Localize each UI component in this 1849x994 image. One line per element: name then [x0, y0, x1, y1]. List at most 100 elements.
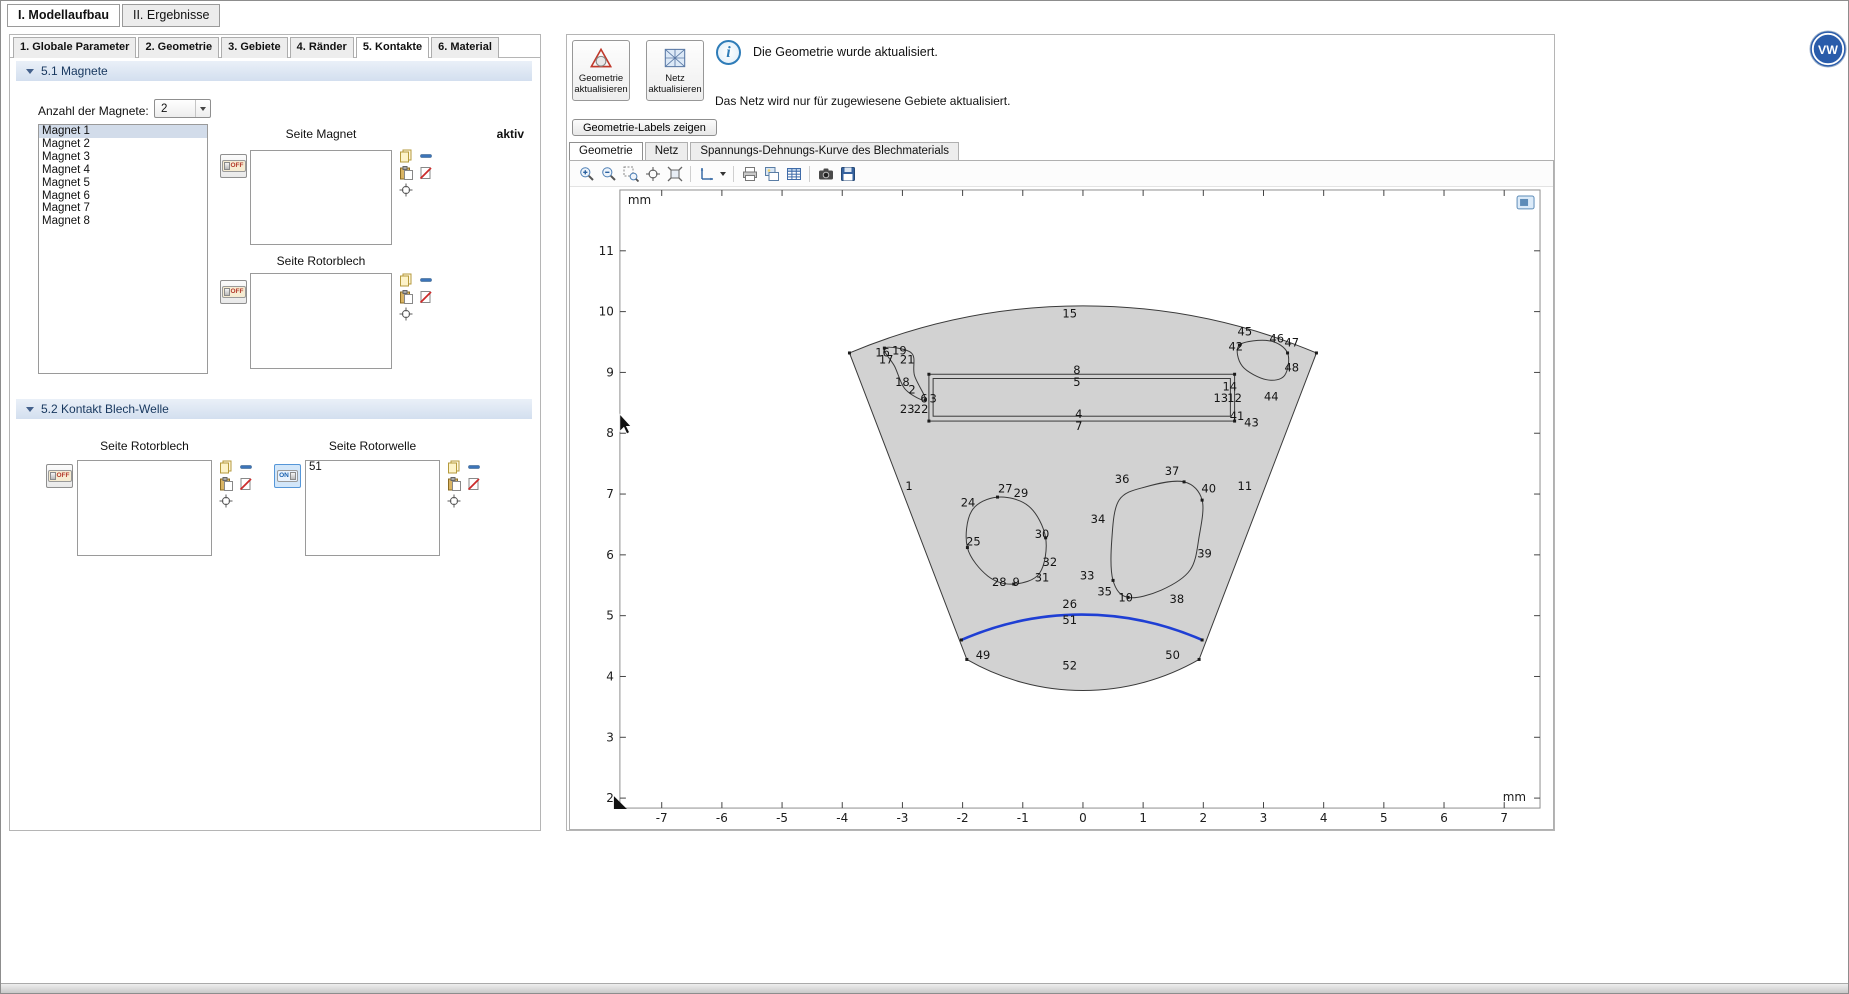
seite-rotorblech-toggle-button[interactable]: OFF [220, 280, 247, 304]
remove-selection-icon[interactable] [418, 272, 434, 288]
vw-logo: VW [1809, 30, 1847, 68]
edge-number-label: 24 [961, 496, 976, 510]
zoom-in-button[interactable] [576, 163, 597, 184]
zoom-extents-button[interactable] [642, 163, 663, 184]
chevron-down-icon[interactable] [720, 172, 726, 176]
edge-number-label: 36 [1115, 472, 1130, 486]
kontakt-rotorblech-toggle-button[interactable]: OFF [46, 464, 73, 488]
mesh-note-message: Das Netz wird nur für zugewiesene Gebiet… [715, 94, 1010, 108]
fit-window-icon [667, 166, 683, 182]
magnet-count-label: Anzahl der Magnete: [38, 104, 149, 118]
magnet-list-item[interactable]: Magnet 8 [39, 215, 207, 228]
tab-kontakte[interactable]: 5. Kontakte [356, 37, 429, 58]
paste-selection-icon[interactable] [398, 289, 414, 305]
edge-number-label: 35 [1097, 584, 1112, 598]
grid-table-button[interactable] [783, 163, 804, 184]
edge-number-label: 3 [929, 392, 936, 406]
clear-selection-icon[interactable] [466, 476, 482, 492]
remove-selection-icon[interactable] [238, 459, 254, 475]
geometry-plot[interactable]: -7-6-5-4-3-2-101234567234567891011mmmm15… [570, 187, 1553, 829]
magnet-list-item[interactable]: Magnet 6 [39, 190, 207, 203]
save-image-button[interactable] [837, 163, 858, 184]
magnet-list-item[interactable]: Magnet 5 [39, 177, 207, 190]
application-window: I. Modellaufbau II. Ergebnisse 1. Global… [0, 0, 1849, 994]
remove-selection-icon[interactable] [466, 459, 482, 475]
tab-raender[interactable]: 4. Ränder [290, 37, 354, 58]
section-title: 5.1 Magnete [41, 64, 108, 78]
paste-selection-icon[interactable] [218, 476, 234, 492]
image-export-button[interactable] [761, 163, 782, 184]
toolbar-separator [733, 166, 734, 182]
zoom-in-icon [579, 166, 595, 182]
x-axis-tick-label: -1 [1017, 811, 1029, 825]
edge-number-label: 46 [1269, 331, 1284, 345]
tab-graphics-netz[interactable]: Netz [645, 142, 689, 161]
edge-number-label: 41 [1230, 409, 1245, 423]
seite-magnet-toggle-button[interactable]: OFF [220, 154, 247, 178]
update-geometry-button[interactable]: Geometrie aktualisieren [572, 40, 630, 101]
paste-selection-icon[interactable] [398, 165, 414, 181]
magnet-listbox[interactable]: Magnet 1Magnet 2Magnet 3Magnet 4Magnet 5… [38, 124, 208, 374]
seite-rotorblech-selection-tools [398, 272, 436, 322]
magnet-list-item[interactable]: Magnet 1 [39, 125, 207, 138]
x-axis-unit: mm [1503, 790, 1526, 804]
snapshot-button[interactable] [815, 163, 836, 184]
magnet-list-item[interactable]: Magnet 7 [39, 202, 207, 215]
seite-magnet-selection-listbox[interactable] [250, 150, 392, 245]
zoom-to-selection-icon[interactable] [446, 493, 462, 509]
show-geometry-labels-button[interactable]: Geometrie-Labels zeigen [572, 119, 717, 136]
paste-selection-icon[interactable] [446, 476, 462, 492]
kontakt-rotorwelle-toggle-button[interactable]: ON [274, 464, 301, 488]
section-title: 5.2 Kontakt Blech-Welle [41, 402, 169, 416]
kontakt-rotorblech-listbox[interactable] [77, 460, 212, 556]
magnet-list-item[interactable]: Magnet 4 [39, 164, 207, 177]
tab-globale-parameter[interactable]: 1. Globale Parameter [13, 37, 136, 58]
geometry-vertex [1315, 351, 1318, 354]
copy-selection-icon[interactable] [218, 459, 234, 475]
copy-selection-icon[interactable] [398, 148, 414, 164]
tab-modellaufbau[interactable]: I. Modellaufbau [7, 4, 120, 27]
section-collapse-icon[interactable] [26, 407, 34, 412]
seite-magnet-selection-tools [398, 148, 436, 198]
edge-number-label: 47 [1284, 336, 1299, 350]
magnet-list-item[interactable]: Magnet 3 [39, 151, 207, 164]
boundary-list-item[interactable]: 51 [306, 461, 439, 474]
zoom-box-button[interactable] [620, 163, 641, 184]
section-collapse-icon[interactable] [26, 69, 34, 74]
magnet-count-value: 2 [155, 103, 195, 115]
graphics-panel: Geometrie aktualisieren Netz aktualisier… [566, 34, 1555, 831]
clear-selection-icon[interactable] [418, 289, 434, 305]
kontakt-rotorwelle-listbox[interactable]: 51 [305, 460, 440, 556]
magnet-list-item[interactable]: Magnet 2 [39, 138, 207, 151]
edge-number-label: 28 [992, 575, 1007, 589]
remove-selection-icon[interactable] [418, 148, 434, 164]
edge-number-label: 39 [1197, 547, 1212, 561]
print-button[interactable] [739, 163, 760, 184]
zoom-to-selection-icon[interactable] [398, 182, 414, 198]
tab-gebiete[interactable]: 3. Gebiete [221, 37, 288, 58]
zoom-extents-icon [645, 166, 661, 182]
magnet-count-select[interactable]: 2 [154, 99, 211, 118]
copy-selection-icon[interactable] [446, 459, 462, 475]
view-orientation-button[interactable] [696, 163, 717, 184]
edge-number-label: 9 [1013, 575, 1020, 589]
geometry-vertex [927, 420, 930, 423]
clear-selection-icon[interactable] [418, 165, 434, 181]
clear-selection-icon[interactable] [238, 476, 254, 492]
fit-window-button[interactable] [664, 163, 685, 184]
zoom-out-button[interactable] [598, 163, 619, 184]
copy-selection-icon[interactable] [398, 272, 414, 288]
y-axis-tick-label: 4 [606, 669, 614, 683]
update-mesh-button[interactable]: Netz aktualisieren [646, 40, 704, 101]
kontakt-rotorwelle-selection-tools [446, 459, 484, 509]
tab-graphics-spannungskurve[interactable]: Spannungs-Dehnungs-Kurve des Blechmateri… [690, 142, 959, 161]
geometry-vertex [848, 351, 851, 354]
tab-geometrie[interactable]: 2. Geometrie [138, 37, 219, 58]
zoom-to-selection-icon[interactable] [218, 493, 234, 509]
tab-graphics-geometrie[interactable]: Geometrie [569, 142, 643, 161]
seite-rotorblech-selection-listbox[interactable] [250, 273, 392, 369]
tab-material[interactable]: 6. Material [431, 37, 499, 58]
geometry-vertex [965, 658, 968, 661]
tab-ergebnisse[interactable]: II. Ergebnisse [122, 4, 220, 27]
zoom-to-selection-icon[interactable] [398, 306, 414, 322]
